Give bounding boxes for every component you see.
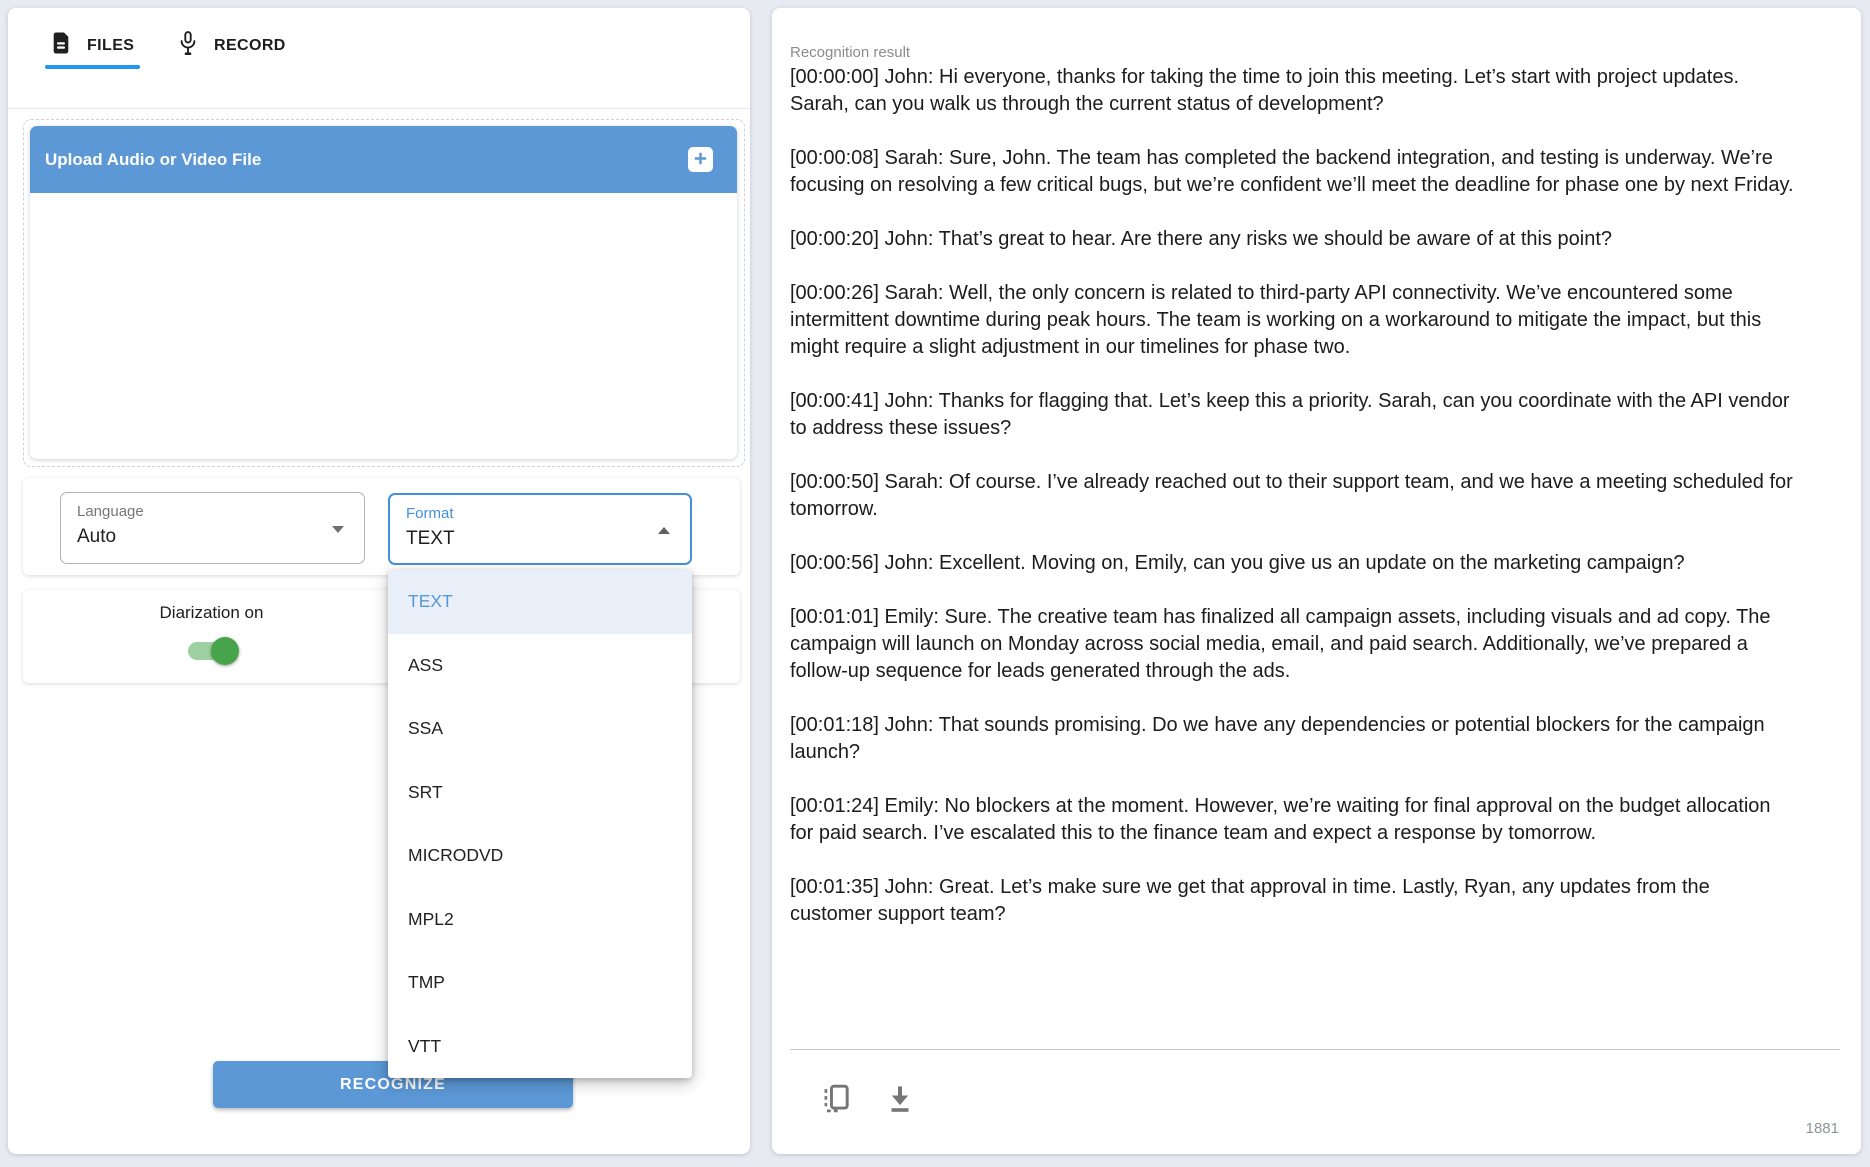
format-option-microdvd[interactable]: MICRODVD — [388, 824, 692, 888]
tab-record-label: RECORD — [214, 37, 286, 55]
format-option-srt[interactable]: SRT — [388, 761, 692, 825]
transcript-text: [00:00:00] John: Hi everyone, thanks for… — [790, 64, 1795, 1044]
microphone-icon — [176, 30, 200, 62]
transcript-paragraph: [00:00:00] John: Hi everyone, thanks for… — [790, 64, 1795, 118]
transcript-paragraph: [00:01:35] John: Great. Let’s make sure … — [790, 874, 1795, 928]
format-option-mpl2[interactable]: MPL2 — [388, 888, 692, 952]
transcript-paragraph: [00:01:18] John: That sounds promising. … — [790, 712, 1795, 766]
settings-card: Language Auto Format TEXT — [23, 478, 740, 575]
copy-icon — [820, 1083, 852, 1118]
format-select-value: TEXT — [406, 528, 455, 550]
chevron-down-icon — [332, 526, 344, 533]
upload-panel: FILES RECORD Upload Audio or Video File — [8, 8, 750, 1154]
language-select-value: Auto — [77, 526, 116, 548]
transcript-paragraph: [00:00:20] John: That’s great to hear. A… — [790, 226, 1795, 253]
diarization-column: Diarization on — [23, 590, 400, 683]
upload-card: Upload Audio or Video File — [30, 126, 737, 459]
format-option-tmp[interactable]: TMP — [388, 951, 692, 1015]
transcript-paragraph: [00:01:24] Emily: No blockers at the mom… — [790, 793, 1795, 847]
language-select-label: Language — [77, 503, 144, 520]
document-icon — [49, 30, 73, 61]
diarization-label: Diarization on — [160, 603, 264, 623]
chevron-up-icon — [658, 527, 670, 534]
format-option-ass[interactable]: ASS — [388, 634, 692, 698]
format-select[interactable]: Format TEXT — [388, 493, 692, 565]
tab-files-label: FILES — [87, 37, 134, 55]
transcript-paragraph: [00:01:01] Emily: Sure. The creative tea… — [790, 604, 1795, 685]
transcript-paragraph: [00:00:41] John: Thanks for flagging tha… — [790, 388, 1795, 442]
format-option-vtt[interactable]: VTT — [388, 1015, 692, 1079]
tab-files[interactable]: FILES — [49, 30, 134, 61]
plus-icon — [693, 151, 708, 169]
character-count: 1881 — [1806, 1120, 1839, 1137]
format-options-menu: TEXT ASS SSA SRT MICRODVD MPL2 TMP VTT — [388, 570, 692, 1078]
toggle-knob — [211, 637, 239, 665]
transcript-paragraph: [00:00:26] Sarah: Well, the only concern… — [790, 280, 1795, 361]
tab-record[interactable]: RECORD — [176, 30, 286, 62]
transcript-paragraph: [00:00:56] John: Excellent. Moving on, E… — [790, 550, 1795, 577]
result-label: Recognition result — [790, 44, 910, 61]
format-option-text[interactable]: TEXT — [388, 570, 692, 634]
format-option-ssa[interactable]: SSA — [388, 697, 692, 761]
download-icon — [884, 1083, 916, 1118]
upload-header: Upload Audio or Video File — [30, 126, 737, 193]
divider — [790, 1049, 1840, 1050]
active-tab-indicator — [45, 65, 140, 69]
transcript-paragraph: [00:00:08] Sarah: Sure, John. The team h… — [790, 145, 1795, 199]
diarization-toggle[interactable] — [188, 642, 235, 660]
transcript-paragraph: [00:00:50] Sarah: Of course. I’ve alread… — [790, 469, 1795, 523]
divider — [8, 108, 750, 109]
upload-title: Upload Audio or Video File — [45, 150, 261, 170]
language-select[interactable]: Language Auto — [60, 492, 365, 564]
add-file-button[interactable] — [688, 147, 713, 172]
copy-button[interactable] — [814, 1078, 858, 1122]
format-select-label: Format — [406, 505, 454, 522]
download-button[interactable] — [878, 1078, 922, 1122]
recognition-result-panel: Recognition result [00:00:00] John: Hi e… — [772, 8, 1861, 1154]
